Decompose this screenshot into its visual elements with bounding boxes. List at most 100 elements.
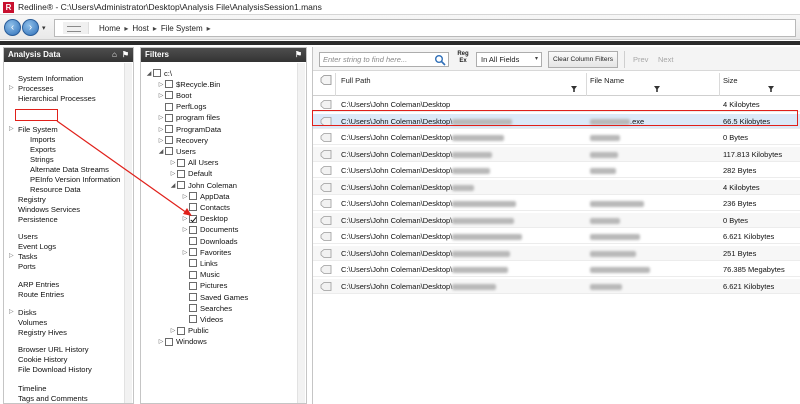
expand-arrow-icon[interactable]: ▷ [181,226,189,233]
checkbox[interactable] [177,181,185,189]
filter-tree-item-recovery[interactable]: ▷ Recovery [157,135,208,145]
checkbox[interactable] [165,80,173,89]
analysis-data-item-timeline[interactable]: Timeline [18,384,46,394]
analysis-data-item-windows-services[interactable]: Windows Services [18,205,80,215]
filter-tree-item-program-files[interactable]: ▷ program files [157,113,220,123]
tag-icon[interactable] [320,133,332,142]
table-row[interactable]: C:\Users\John Coleman\Desktop\ 117.813 Ki… [313,146,800,162]
filter-tree-item-recycle-bin[interactable]: ▷ $Recycle.Bin [157,79,221,89]
analysis-data-item-imports[interactable]: Imports [30,135,55,145]
expand-arrow-icon[interactable]: ▷ [157,126,165,133]
next-page-button[interactable]: Next [658,55,673,64]
checkbox[interactable] [177,158,185,167]
filter-tree-item-programdata[interactable]: ▷ ProgramData [157,124,221,134]
collapse-arrow-icon[interactable]: ◢ [169,182,177,189]
filter-funnel-icon[interactable] [654,86,660,92]
checkbox[interactable] [165,337,173,346]
analysis-data-item-disks[interactable]: Disks [18,308,37,318]
search-icon[interactable] [434,54,446,66]
analysis-data-item-file-download-history[interactable]: File Download History [18,365,92,375]
table-row[interactable]: C:\Users\John Coleman\Desktop\ 6.621 Kilo… [313,229,800,244]
expand-arrow-icon[interactable]: ▷ [157,137,165,144]
expand-arrow-icon[interactable]: ▷ [157,81,165,88]
filter-funnel-icon[interactable] [768,86,774,92]
filter-tree-item-boot[interactable]: ▷ Boot [157,90,192,100]
filter-tree-item-c[interactable]: ◢ c:\ [145,68,172,78]
filter-tree-item-music[interactable]: Music [181,270,220,280]
analysis-data-item-exports[interactable]: Exports [30,145,56,155]
tag-icon[interactable] [320,182,332,192]
analysis-data-item-event-logs[interactable]: Event Logs [18,242,56,252]
back-arrow-icon[interactable]: ‹ [4,19,21,36]
tag-icon[interactable] [320,199,332,208]
checkbox[interactable] [189,225,197,234]
checkbox[interactable] [177,169,185,178]
expand-arrow-icon[interactable]: ▷ [9,125,14,132]
clear-column-filters-button[interactable]: Clear Column Filters [548,51,618,68]
analysis-data-item-volumes[interactable]: Volumes [18,318,47,328]
tag-icon[interactable] [320,166,332,175]
collapse-arrow-icon[interactable]: ◢ [145,70,153,77]
analysis-data-item-browser-url-history[interactable]: Browser URL History [18,345,89,355]
analysis-data-item-registry[interactable]: Registry [18,195,46,205]
expand-arrow-icon[interactable]: ▷ [9,252,14,259]
column-header-full-path[interactable]: Full Path [341,76,371,85]
analysis-data-item-resource-data[interactable]: Resource Data [30,185,81,195]
checkbox[interactable] [189,203,197,212]
expand-arrow-icon[interactable]: ▷ [157,92,165,99]
filter-tree-item-users[interactable]: ◢ Users [157,146,196,156]
forward-arrow-icon[interactable]: › [22,19,39,36]
search-box[interactable] [319,52,449,67]
analysis-data-item-ports[interactable]: Ports [18,262,36,272]
table-row[interactable]: C:\Users\John Coleman\Desktop\ 251 Bytes [313,245,800,261]
prev-page-button[interactable]: Prev [633,55,648,64]
filter-tree-item-downloads[interactable]: Downloads [181,236,238,246]
column-divider[interactable] [586,73,587,96]
analysis-data-item-system-information[interactable]: System Information [18,74,83,84]
tag-icon[interactable] [320,265,332,274]
checkbox[interactable] [165,136,173,145]
expand-arrow-icon[interactable]: ▷ [181,249,189,256]
checkbox[interactable] [189,192,197,201]
pin-icon[interactable]: ⚑ [295,48,302,62]
breadcrumb-item-host[interactable]: Host [132,24,148,33]
expand-arrow-icon[interactable]: ▷ [157,114,165,121]
breadcrumb-grip-icon[interactable] [63,22,89,34]
expand-arrow-icon[interactable]: ▷ [157,338,165,345]
column-header-file-name[interactable]: File Name [590,76,624,85]
checkbox[interactable] [189,259,197,268]
expand-arrow-icon[interactable]: ▷ [181,193,189,200]
table-row[interactable]: C:\Users\John Coleman\Desktop\ 282 Bytes [313,163,800,178]
expand-arrow-icon[interactable]: ▷ [169,170,177,177]
filter-tree-item-videos[interactable]: Videos [181,314,223,324]
analysis-data-item-persistence[interactable]: Persistence [18,215,58,225]
analysis-data-item-arp-entries[interactable]: ARP Entries [18,280,59,290]
checkbox[interactable] [153,69,161,77]
filter-tree-item-saved-games[interactable]: Saved Games [181,292,248,302]
column-divider[interactable] [335,73,336,96]
analysis-data-item-users[interactable]: Users [18,232,38,242]
analysis-data-item-strings[interactable]: Strings [30,155,54,165]
tag-icon[interactable] [320,149,332,159]
checkbox[interactable] [165,147,173,156]
expand-arrow-icon[interactable]: ▷ [181,215,189,222]
filter-tree-item-appdata[interactable]: ▷ AppData [181,191,230,201]
column-divider[interactable] [719,73,720,96]
checkbox-checked[interactable] [189,214,197,223]
table-row[interactable]: C:\Users\John Coleman\Desktop\ 4 Kilobyte… [313,179,800,195]
analysis-data-item-alternate-data-streams[interactable]: Alternate Data Streams [30,165,109,175]
expand-arrow-icon[interactable]: ▷ [9,84,14,91]
checkbox[interactable] [189,248,197,257]
filter-tree-item-all-users[interactable]: ▷ All Users [169,158,219,168]
analysis-data-item-tasks[interactable]: Tasks [18,252,37,262]
checkbox[interactable] [189,281,197,290]
filter-funnel-icon[interactable] [571,86,577,92]
filter-tree-item-public[interactable]: ▷ Public [169,326,209,336]
checkbox[interactable] [189,304,197,313]
filter-tree-item-windows[interactable]: ▷ Windows [157,337,207,347]
tag-icon[interactable] [320,281,332,291]
filter-tree-item-desktop[interactable]: ▷ Desktop [181,214,228,224]
field-scope-select[interactable]: In All Fields ▾ [476,52,542,67]
filter-tree-item-links[interactable]: Links [181,258,218,268]
column-header-size[interactable]: Size [723,76,738,85]
